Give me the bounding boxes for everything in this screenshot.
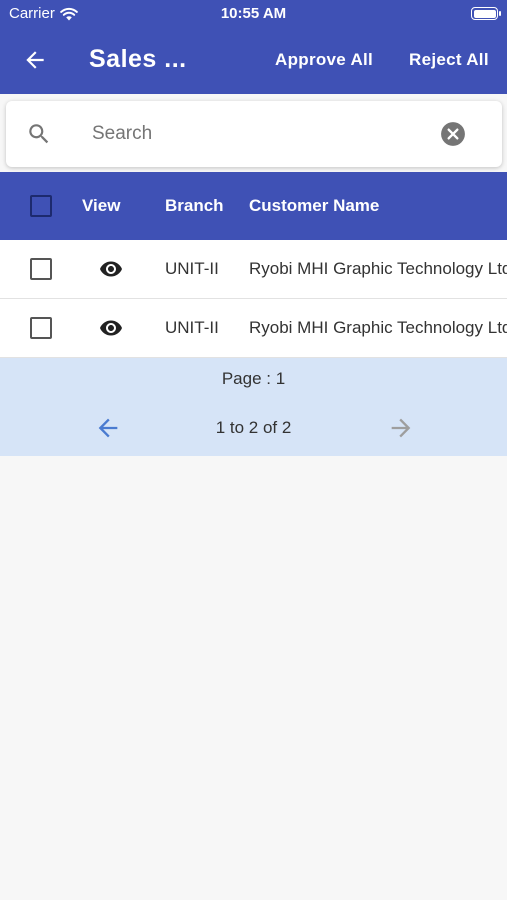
table-row: UNIT-II Ryobi MHI Graphic Technology Ltd (0, 240, 507, 299)
eye-icon[interactable] (96, 316, 126, 340)
branch-cell: UNIT-II (165, 259, 219, 278)
page-range: 1 to 2 of 2 (215, 418, 292, 437)
branch-cell: UNIT-II (165, 318, 219, 337)
column-header-view: View (82, 196, 121, 215)
row-checkbox[interactable] (30, 258, 52, 280)
arrow-right-icon[interactable] (387, 414, 415, 442)
table-header: View Branch Customer Name (0, 172, 507, 240)
customer-name-cell: Ryobi MHI Graphic Technology Ltd (249, 259, 507, 278)
approve-all-button[interactable]: Approve All (275, 50, 373, 70)
column-header-branch[interactable]: Branch (165, 196, 224, 216)
status-bar: Carrier 10:55 AM (0, 0, 507, 28)
customer-name-cell: Ryobi MHI Graphic Technology Ltd (249, 318, 507, 337)
table-row: UNIT-II Ryobi MHI Graphic Technology Ltd (0, 299, 507, 358)
eye-icon[interactable] (96, 257, 126, 281)
reject-all-button[interactable]: Reject All (409, 50, 489, 70)
search-input[interactable] (92, 117, 422, 151)
row-checkbox[interactable] (30, 317, 52, 339)
select-all-checkbox[interactable] (30, 195, 52, 217)
app-bar: Carrier 10:55 AM Sales ... Approve All R… (0, 0, 507, 94)
search-bar (6, 101, 502, 167)
back-button[interactable] (21, 46, 49, 74)
status-time: 10:55 AM (220, 5, 287, 22)
battery-icon (471, 7, 501, 20)
pagination-bar: Page : 1 1 to 2 of 2 (0, 358, 507, 456)
column-header-customer-name[interactable]: Customer Name (249, 196, 379, 216)
page-label: Page : 1 (221, 369, 286, 388)
back-arrow-icon (26, 51, 44, 69)
page-title: Sales ... (89, 45, 187, 73)
search-icon (29, 124, 49, 144)
clear-icon[interactable] (440, 121, 466, 147)
